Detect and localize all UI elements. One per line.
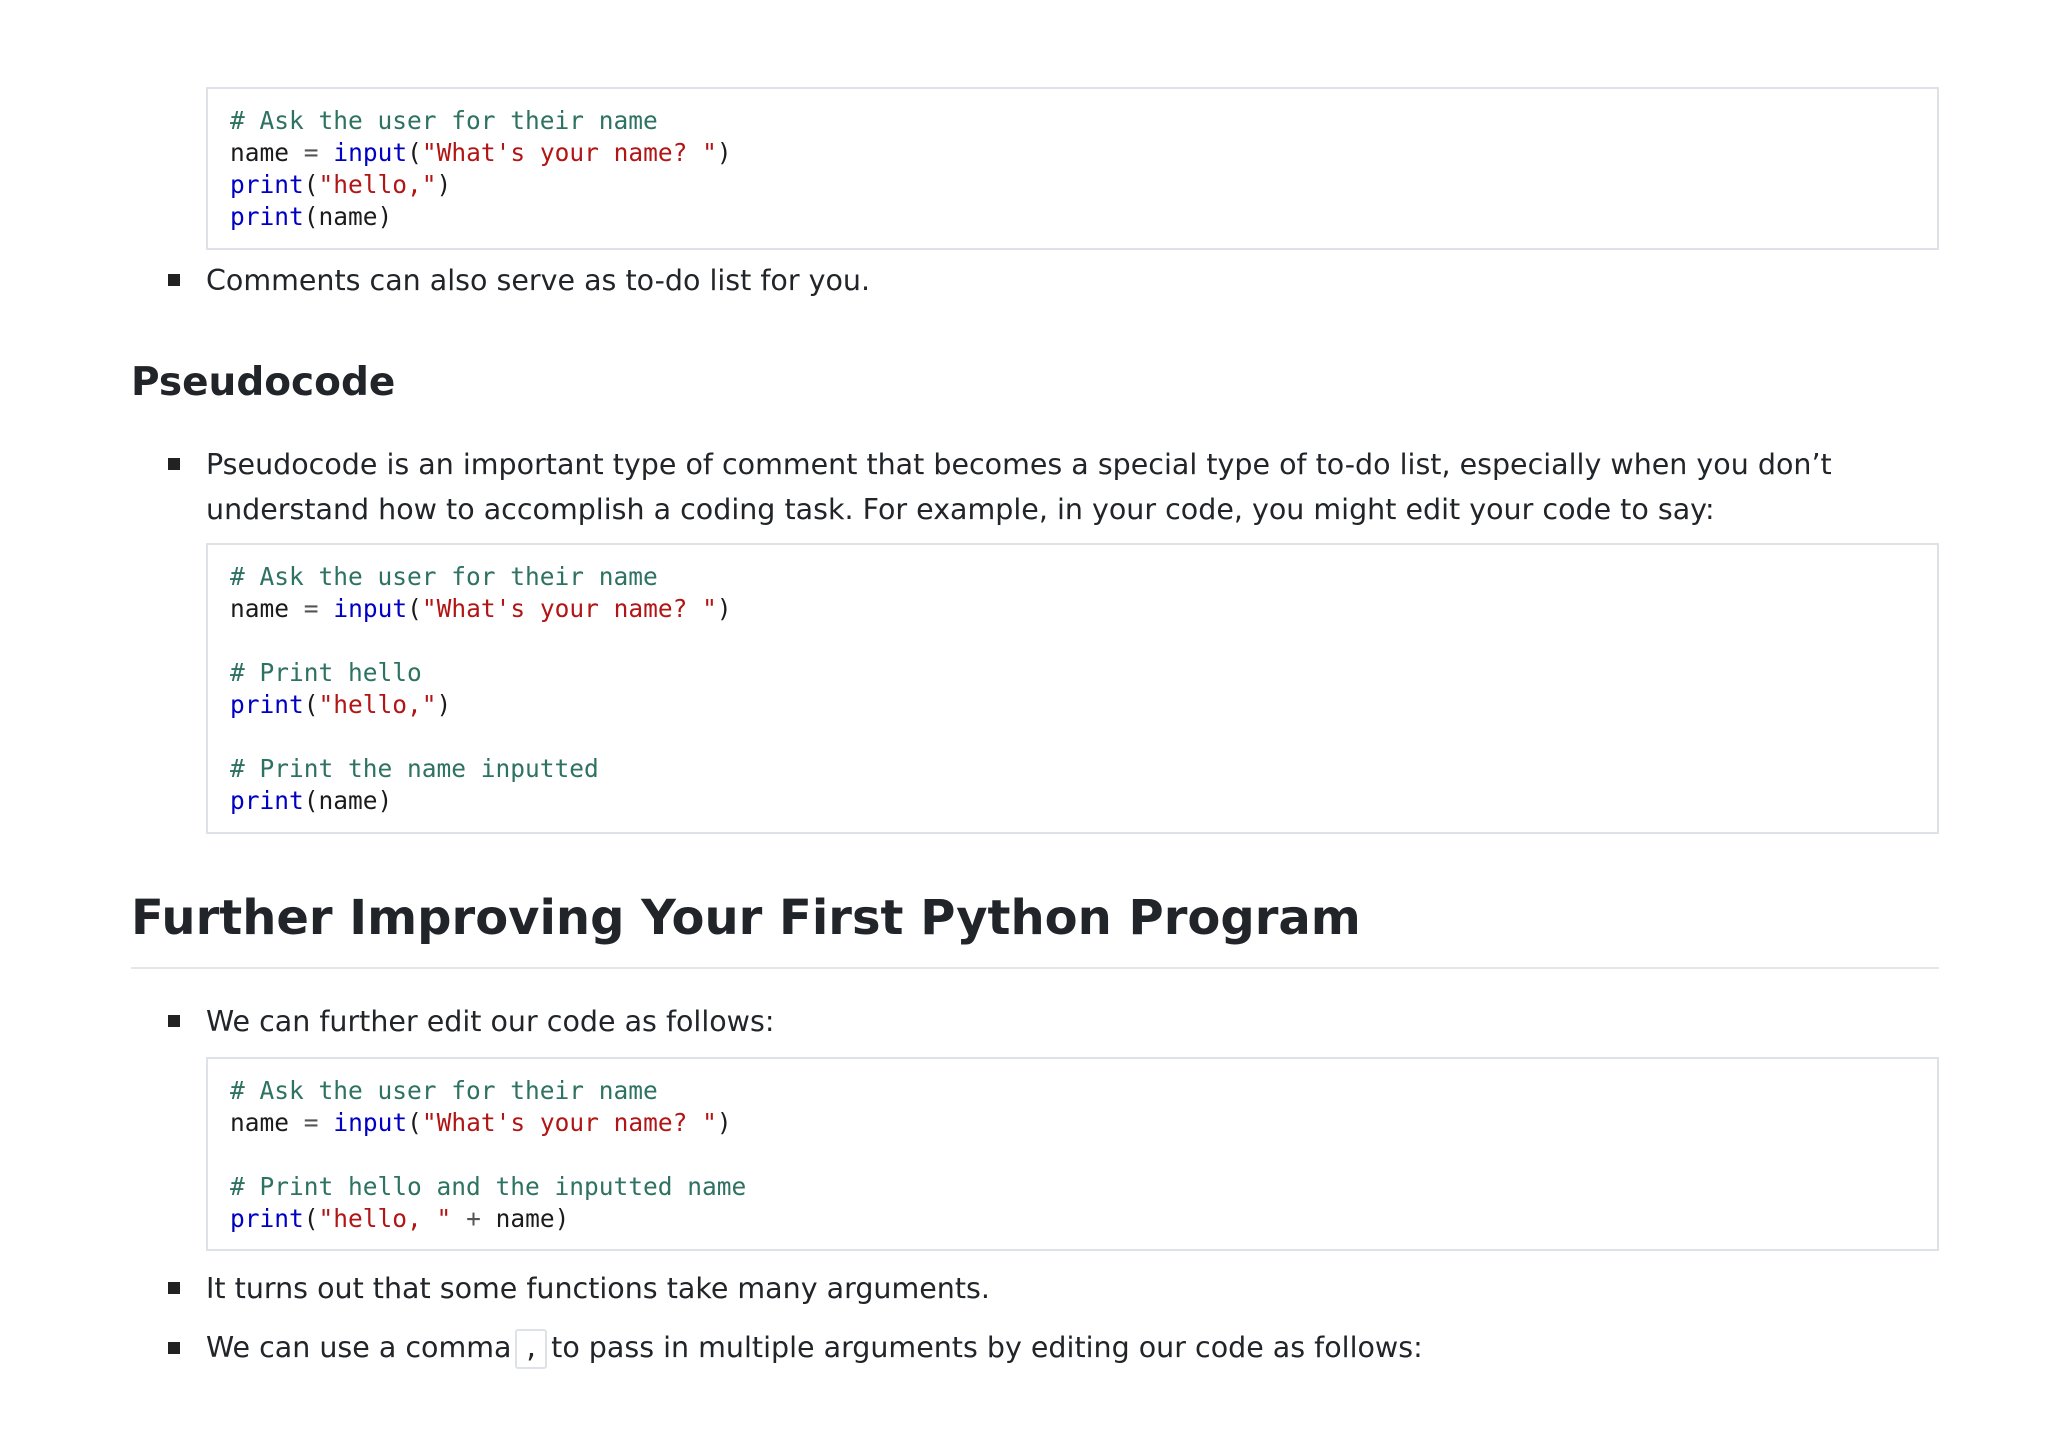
code-variable: name [230,138,290,167]
code-comment: # Print hello and the inputted name [230,1172,747,1201]
list-item-comma-after: to pass in multiple arguments by editing… [551,1331,1423,1364]
list-item-functions: It turns out that some functions take ma… [206,1272,990,1305]
list-item-further: We can further edit our code as follows: [206,1005,775,1038]
code-variable: name [318,202,378,231]
code-variable: name [230,594,290,623]
code-variable: name [318,786,378,815]
code-comment: # Print the name inputted [230,754,599,783]
code-block-1: # Ask the user for their name name = inpu… [206,87,1939,250]
code-comment: # Ask the user for their name [230,106,658,135]
code-string: "hello, " [318,1204,452,1233]
code-function: print [230,202,304,231]
list-item-comma: We can use a comma, to pass in multiple a… [206,1325,1939,1370]
bullet-marker [168,1282,180,1294]
code-function: print [230,1204,304,1233]
code-operator: = [303,1108,319,1137]
code-operator: + [466,1204,481,1233]
code-comment: # Ask the user for their name [230,562,658,591]
code-function: input [333,594,408,623]
code-operator: = [303,594,319,623]
heading-further-improving: Further Improving Your First Python Prog… [131,890,1361,946]
code-function: print [230,690,304,719]
code-variable: name [230,1108,290,1137]
code-comment: # Print hello [230,658,422,687]
heading-pseudocode: Pseudocode [131,360,396,405]
code-string: "hello," [318,690,437,719]
list-item-comments: Comments can also serve as to-do list fo… [206,264,871,297]
code-variable: name [495,1204,555,1233]
code-function: input [333,1108,408,1137]
bullet-marker [168,1342,180,1354]
bullet-marker [168,1015,180,1027]
code-string: "What's your name? " [421,138,717,167]
inline-code-comma: , [515,1329,548,1369]
code-string: "What's your name? " [421,594,717,623]
code-operator: = [303,138,319,167]
code-function: print [230,170,304,199]
code-block-2: # Ask the user for their name name = inpu… [206,543,1939,834]
bullet-marker [168,458,180,470]
code-block-3: # Ask the user for their name name = inpu… [206,1057,1939,1251]
bullet-marker [168,274,180,286]
code-string: "What's your name? " [421,1108,717,1137]
list-item-pseudocode: Pseudocode is an important type of comme… [206,448,1832,526]
code-comment: # Ask the user for their name [230,1076,658,1105]
list-item-comma-before: We can use a comma [206,1331,512,1364]
code-string: "hello," [318,170,437,199]
code-function: print [230,786,304,815]
heading-divider [131,967,1939,969]
code-function: input [333,138,408,167]
